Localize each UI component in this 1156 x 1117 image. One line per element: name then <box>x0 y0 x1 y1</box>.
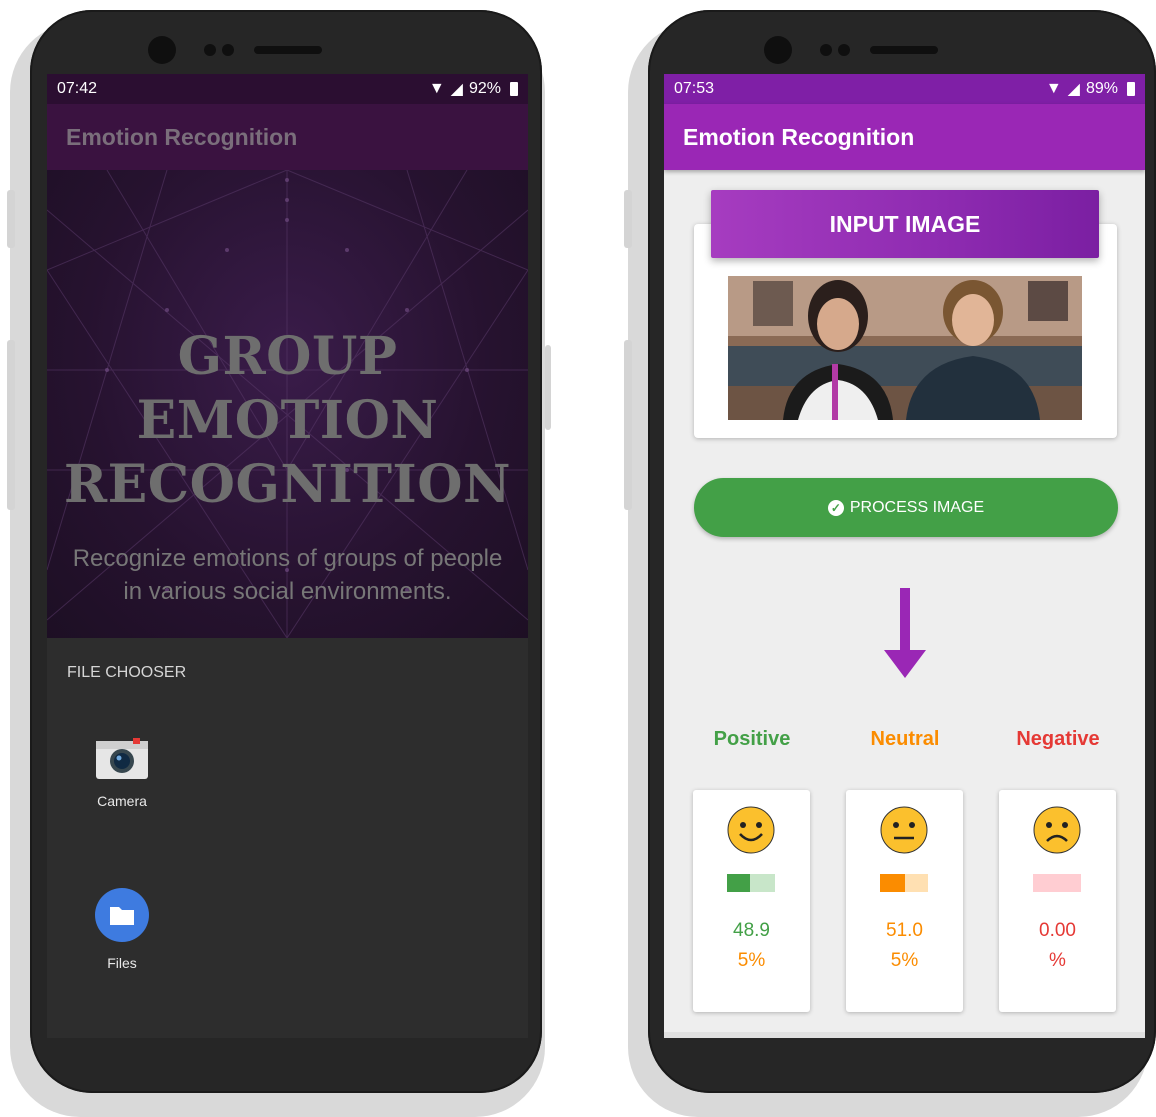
emotion-value-suffix: 5% <box>890 950 919 971</box>
app-title: Emotion Recognition <box>66 123 298 150</box>
screen-bottom-edge <box>664 1032 1145 1038</box>
left-phone-side-button <box>7 190 15 248</box>
app-bar: Emotion Recognition <box>664 104 1145 170</box>
neutral-face-icon <box>880 806 928 854</box>
emotion-card-negative: 0.00 % <box>999 790 1116 1012</box>
right-phone-side-button <box>624 340 632 510</box>
emotion-bar <box>880 874 928 892</box>
emotion-bar <box>1033 874 1081 892</box>
emotion-value: 51.0 <box>886 920 923 941</box>
emotion-label-negative: Negative <box>1016 728 1100 750</box>
check-circle-icon: ✓ <box>827 499 844 516</box>
earpiece-speaker <box>870 46 938 54</box>
right-phone-screen: 07:53 ▼ ◢ 89% Emotion Recognition INPUT … <box>664 74 1145 1038</box>
status-time: 07:42 <box>57 80 98 97</box>
status-time: 07:53 <box>674 80 715 97</box>
emotion-bar-fill <box>727 874 751 892</box>
folder-icon <box>95 888 149 942</box>
sensor <box>820 44 832 56</box>
emotion-value-suffix: 5% <box>737 950 766 971</box>
battery-percent: 92% <box>468 80 501 97</box>
right-phone-side-button <box>624 190 632 248</box>
battery-percent: 89% <box>1085 80 1118 97</box>
chooser-app-files[interactable]: Files <box>67 888 177 971</box>
hero-title: GROUP EMOTION RECOGNITION <box>63 326 512 515</box>
emotion-bar-fill <box>880 874 905 892</box>
signal-icon: ◢ <box>450 81 463 98</box>
emotion-label-neutral: Neutral <box>870 728 940 750</box>
camera-label: Camera <box>97 793 147 809</box>
front-camera <box>764 36 792 64</box>
process-image-label: PROCESS IMAGE <box>849 498 985 516</box>
group-photo-image <box>728 276 1082 420</box>
arrow-down-icon <box>884 588 926 678</box>
emotion-bar <box>727 874 775 892</box>
process-image-button[interactable]: ✓ PROCESS IMAGE <box>694 478 1118 537</box>
emotion-card-neutral: 51.0 5% <box>846 790 963 1012</box>
earpiece-speaker <box>254 46 322 54</box>
left-phone-side-button <box>545 345 551 430</box>
wifi-icon: ▼ <box>428 80 445 97</box>
front-camera <box>148 36 176 64</box>
chooser-app-camera[interactable]: Camera <box>67 738 177 809</box>
input-image-header: INPUT IMAGE <box>711 190 1099 258</box>
emotion-value: 48.9 <box>733 920 770 941</box>
battery-icon <box>1127 82 1135 96</box>
sad-face-icon <box>1033 806 1081 854</box>
app-title: Emotion Recognition <box>683 123 915 150</box>
hero-banner: GROUP EMOTION RECOGNITION Recognize emot… <box>47 170 528 638</box>
input-photo[interactable] <box>728 276 1082 420</box>
signal-icon: ◢ <box>1067 81 1080 98</box>
camera-icon <box>96 738 148 779</box>
sensor <box>222 44 234 56</box>
emotion-value: 0.00 <box>1039 920 1076 941</box>
emotion-value-suffix: % <box>1049 950 1066 971</box>
sensor <box>204 44 216 56</box>
app-bar: Emotion Recognition <box>47 104 528 170</box>
hero-subtitle: Recognize emotions of groups of people i… <box>72 545 503 605</box>
wifi-icon: ▼ <box>1045 80 1062 97</box>
status-bar: 07:53 ▼ ◢ 89% <box>664 74 1145 104</box>
happy-face-icon <box>727 806 775 854</box>
battery-icon <box>510 82 518 96</box>
emotion-label-positive: Positive <box>713 728 791 750</box>
left-phone-side-button <box>7 340 15 510</box>
file-chooser-title: FILE CHOOSER <box>67 664 187 681</box>
sensor <box>838 44 850 56</box>
file-chooser-sheet: FILE CHOOSER Camera Files <box>47 638 528 1038</box>
left-phone-screen: 07:42 ▼ ◢ 92% Emotion Recognition GROUP … <box>47 74 528 1038</box>
status-bar: 07:42 ▼ ◢ 92% <box>47 74 528 104</box>
emotion-card-positive: 48.9 5% <box>693 790 810 1012</box>
files-label: Files <box>107 955 137 971</box>
